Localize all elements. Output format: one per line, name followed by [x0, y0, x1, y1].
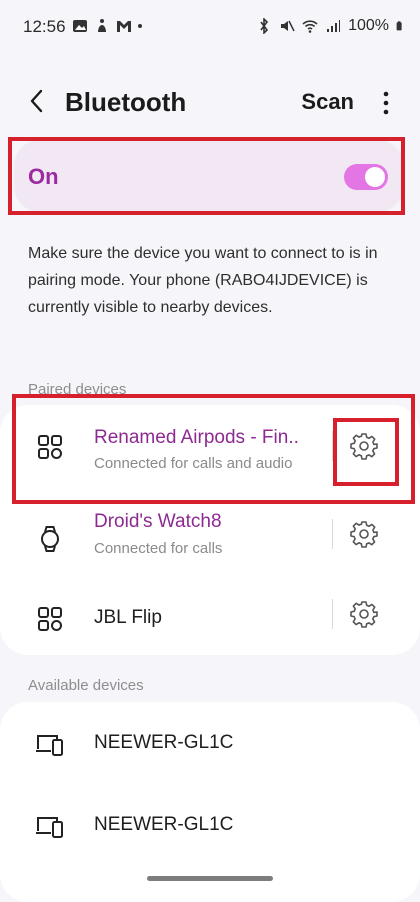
- device-name: NEEWER-GL1C: [94, 732, 234, 753]
- status-time: 12:56: [23, 17, 66, 36]
- battery-icon: [396, 21, 402, 31]
- signal-icon: [327, 20, 341, 32]
- bluetooth-toggle-row[interactable]: On: [14, 140, 404, 212]
- bluetooth-switch[interactable]: [344, 164, 388, 190]
- device-name: JBL Flip: [94, 607, 162, 628]
- device-name: Droid's Watch8: [94, 511, 222, 532]
- gmail-icon: [117, 21, 131, 32]
- bluetooth-icon: [260, 18, 269, 34]
- device-name: Renamed Airpods - Fin..: [94, 427, 299, 448]
- row-divider: [332, 431, 333, 461]
- gear-icon[interactable]: [349, 519, 379, 549]
- earbuds-icon: [38, 607, 62, 631]
- home-indicator[interactable]: [147, 876, 273, 881]
- gallery-icon: [73, 20, 87, 32]
- available-device-row[interactable]: NEEWER-GL1C: [0, 784, 420, 868]
- scan-button[interactable]: Scan: [301, 89, 354, 115]
- pairing-description: Make sure the device you want to connect…: [28, 245, 378, 316]
- device-status: Connected for calls and audio: [94, 455, 293, 472]
- paired-device-row[interactable]: Droid's Watch8 Connected for calls: [0, 497, 420, 581]
- paired-device-row[interactable]: JBL Flip: [0, 577, 420, 661]
- row-divider: [332, 599, 333, 629]
- paired-devices-heading: Paired devices: [28, 381, 127, 398]
- available-devices-heading: Available devices: [28, 677, 144, 694]
- page-title: Bluetooth: [65, 87, 187, 117]
- device-name: NEEWER-GL1C: [94, 814, 234, 835]
- toggle-label: On: [28, 164, 59, 189]
- devices-icon: [36, 735, 63, 756]
- gear-icon[interactable]: [349, 599, 379, 629]
- battery-percent: 100%: [348, 17, 389, 34]
- paired-device-row[interactable]: Renamed Airpods - Fin.. Connected for ca…: [0, 405, 420, 489]
- notification-icons: [72, 18, 142, 34]
- paired-devices-card: Renamed Airpods - Fin.. Connected for ca…: [0, 405, 420, 655]
- wifi-icon: [302, 20, 318, 33]
- status-bar: 12:56 100%: [0, 0, 420, 56]
- earbuds-icon: [38, 435, 62, 459]
- more-options-icon[interactable]: [382, 91, 390, 115]
- more-notifications-dot: [138, 24, 142, 28]
- available-devices-card: NEEWER-GL1C NEEWER-GL1C: [0, 702, 420, 902]
- switch-knob: [365, 167, 385, 187]
- watch-icon: [41, 526, 59, 552]
- available-device-row[interactable]: NEEWER-GL1C: [0, 702, 420, 786]
- devices-icon: [36, 817, 63, 838]
- accessibility-icon: [98, 19, 106, 32]
- mute-icon: [281, 20, 295, 32]
- system-icons: 100%: [256, 17, 406, 35]
- gear-icon[interactable]: [349, 431, 379, 461]
- app-header: Bluetooth Scan: [0, 75, 420, 131]
- row-divider: [332, 519, 333, 549]
- device-status: Connected for calls: [94, 540, 223, 557]
- back-arrow-icon[interactable]: [24, 87, 52, 115]
